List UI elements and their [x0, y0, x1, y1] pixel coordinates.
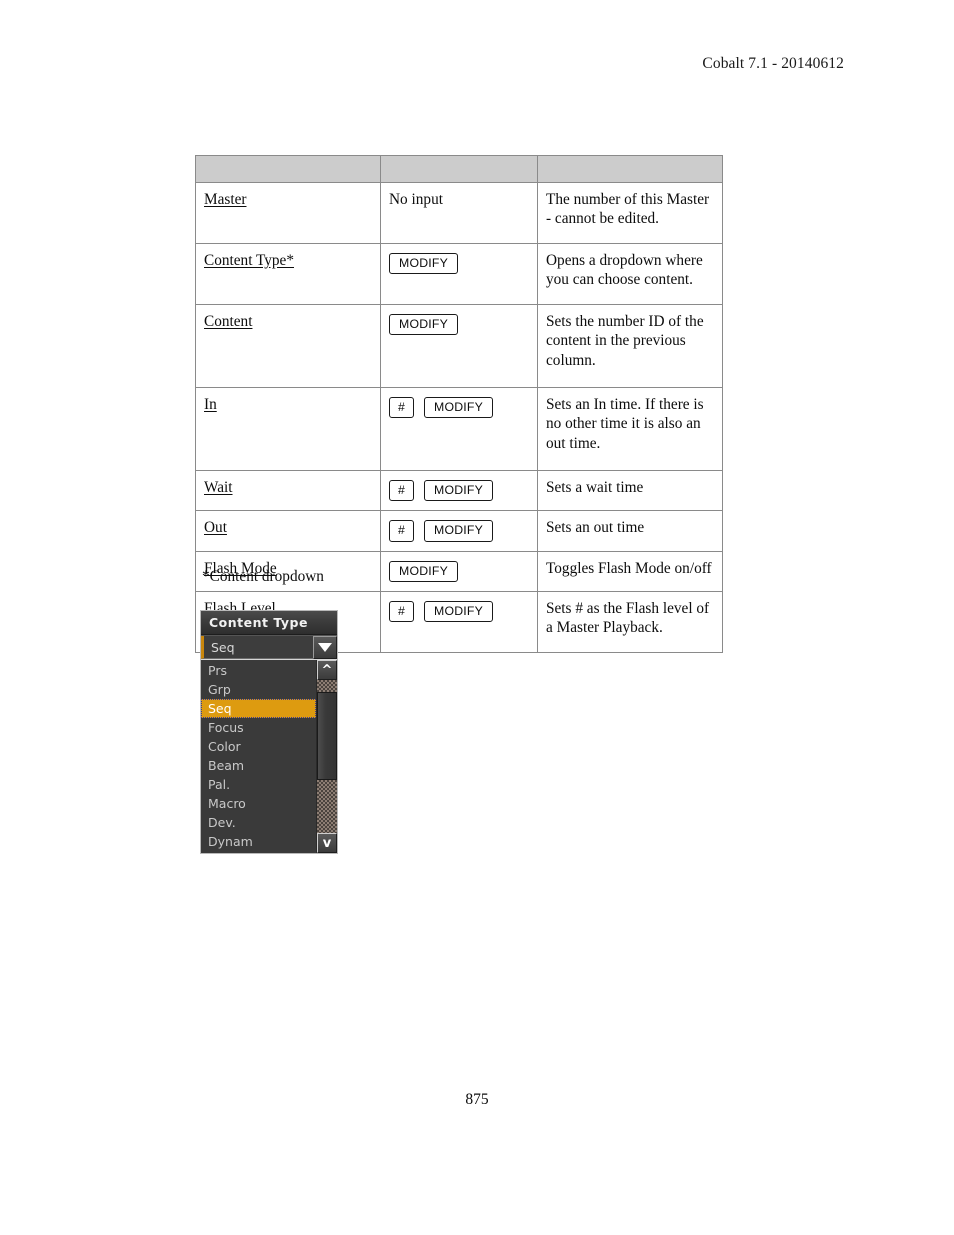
table-row: In # MODIFY Sets an In time. If there is…: [195, 387, 723, 471]
hash-button[interactable]: #: [389, 480, 414, 502]
page-number: 875: [465, 1091, 489, 1108]
table-cell-term: In: [195, 387, 381, 471]
input-button-group: # MODIFY: [389, 518, 529, 542]
dropdown-scrollbar[interactable]: ^ v: [316, 660, 337, 853]
scroll-up-icon[interactable]: ^: [317, 660, 337, 680]
table-cell-input: MODIFY: [380, 304, 538, 388]
document-header-version: Cobalt 7.1 - 20140612: [702, 55, 844, 72]
table-cell-description: Sets # as the Flash level of a Master Pl…: [537, 590, 723, 653]
hash-button[interactable]: #: [389, 397, 414, 419]
list-item[interactable]: Pal.: [201, 775, 316, 794]
dropdown-value-row[interactable]: Seq: [201, 635, 337, 659]
input-button-group: MODIFY: [389, 312, 529, 336]
table-cell-term: Content: [195, 304, 381, 388]
dropdown-title: Content Type: [209, 615, 308, 630]
dropdown-option-list: Prs Grp Seq Focus Color Beam Pal. Macro …: [201, 660, 316, 853]
table-cell-input: # MODIFY: [380, 590, 538, 653]
dropdown-selected-value[interactable]: Seq: [201, 636, 313, 659]
table-cell-description: Sets an In time. If there is no other ti…: [537, 387, 723, 471]
table-row: Master No input The number of this Maste…: [195, 182, 723, 244]
dropdown-titlebar: Content Type: [201, 611, 337, 635]
modify-button[interactable]: MODIFY: [389, 253, 459, 275]
table-row: Out # MODIFY Sets an out time: [195, 510, 723, 552]
list-item[interactable]: Dev.: [201, 813, 316, 832]
input-button-group: # MODIFY: [389, 395, 529, 419]
dropdown-list-area: Prs Grp Seq Focus Color Beam Pal. Macro …: [201, 659, 337, 853]
table-row: Content MODIFY Sets the number ID of the…: [195, 304, 723, 388]
term-label: Content: [204, 313, 253, 330]
modify-button[interactable]: MODIFY: [389, 314, 459, 336]
content-type-dropdown-panel: Content Type Seq Prs Grp Seq Focus Color…: [200, 610, 338, 854]
table-cell-description: Sets a wait time: [537, 469, 723, 512]
table-row: Content Type* MODIFY Opens a dropdown wh…: [195, 243, 723, 305]
modify-button[interactable]: MODIFY: [424, 520, 494, 542]
table-cell-description: Toggles Flash Mode on/off: [537, 550, 723, 592]
table-cell-description: Sets an out time: [537, 510, 723, 552]
table-cell-description: Opens a dropdown where you can choose co…: [537, 243, 723, 305]
figure-caption: *Content dropdown: [202, 568, 324, 585]
table-cell-term: Out: [195, 510, 381, 552]
table-header-cell-input: [380, 155, 538, 183]
term-label: In: [204, 396, 217, 413]
list-item-selected[interactable]: Seq: [201, 699, 316, 718]
table-cell-term: Master: [195, 182, 381, 244]
list-item[interactable]: Beam: [201, 756, 316, 775]
term-label: Master: [204, 191, 247, 208]
hash-button[interactable]: #: [389, 600, 414, 623]
list-item[interactable]: Focus: [201, 718, 316, 737]
list-item[interactable]: Prs: [201, 661, 316, 680]
list-item[interactable]: Macro: [201, 794, 316, 813]
table-header-cell-term: [195, 155, 381, 183]
table-row: Wait # MODIFY Sets a wait time: [195, 469, 723, 512]
table-cell-input: MODIFY: [380, 550, 538, 592]
term-label: Wait: [204, 479, 233, 496]
table-cell-description: Sets the number ID of the content in the…: [537, 304, 723, 388]
table-cell-term: Content Type*: [195, 243, 381, 305]
hash-button[interactable]: #: [389, 520, 414, 542]
input-button-group: # MODIFY: [389, 599, 529, 623]
table-cell-input: # MODIFY: [380, 387, 538, 471]
input-button-group: # MODIFY: [389, 478, 529, 502]
table-cell-input: MODIFY: [380, 243, 538, 305]
input-button-group: MODIFY: [389, 251, 529, 275]
dropdown-open-button[interactable]: [313, 636, 337, 659]
list-item[interactable]: Color: [201, 737, 316, 756]
scrollbar-thumb[interactable]: [317, 692, 337, 780]
table-header-cell-description: [537, 155, 723, 183]
modify-button[interactable]: MODIFY: [424, 480, 494, 502]
term-label: Out: [204, 519, 227, 537]
list-item[interactable]: Dynam: [201, 832, 316, 851]
input-button-group: MODIFY: [389, 559, 529, 582]
scrollbar-track[interactable]: [317, 680, 337, 833]
modify-button[interactable]: MODIFY: [389, 560, 459, 582]
table-cell-term: Wait: [195, 469, 381, 512]
table-header-row: [195, 155, 723, 183]
list-item[interactable]: Grp: [201, 680, 316, 699]
table-cell-input: No input: [380, 182, 538, 244]
table-cell-input: # MODIFY: [380, 469, 538, 512]
table-cell-description: The number of this Master - cannot be ed…: [537, 182, 723, 244]
triangle-down-icon: [318, 643, 332, 652]
no-input-text: No input: [389, 191, 443, 208]
scroll-down-icon[interactable]: v: [317, 833, 337, 853]
modify-button[interactable]: MODIFY: [424, 397, 494, 419]
modify-button[interactable]: MODIFY: [424, 600, 494, 623]
term-label: Content Type*: [204, 252, 294, 269]
table-cell-input: # MODIFY: [380, 510, 538, 552]
